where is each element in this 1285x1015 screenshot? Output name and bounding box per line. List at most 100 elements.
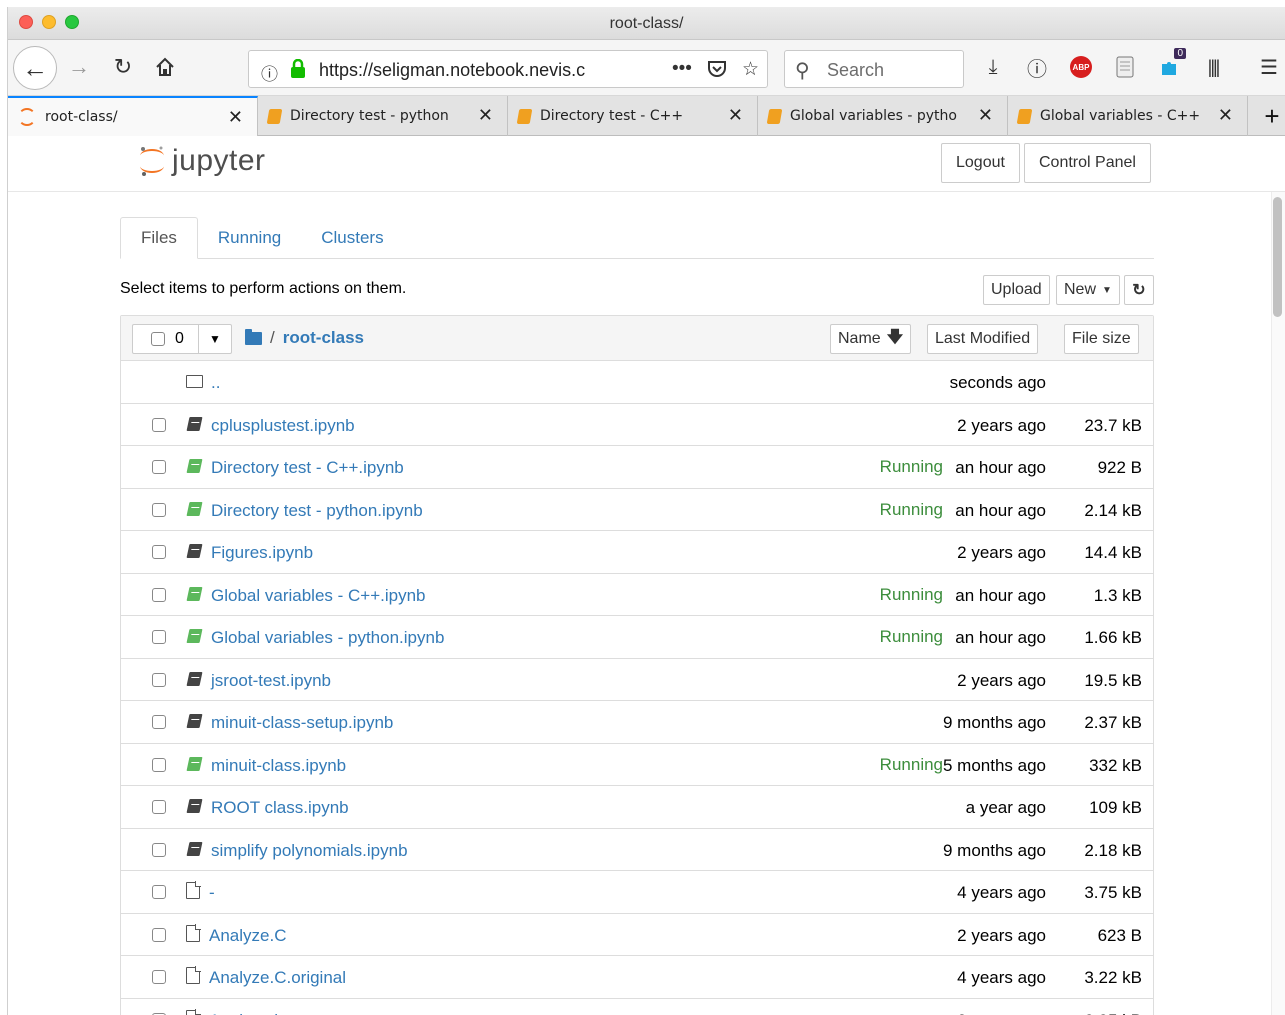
file-name-link[interactable]: Directory test - python.ipynb [211, 501, 423, 521]
file-name-link[interactable]: cplusplustest.ipynb [211, 416, 355, 436]
table-row[interactable]: Directory test - python.ipynb Running an h… [121, 489, 1153, 531]
url-actions: ••• ☆ [672, 58, 759, 81]
home-button[interactable] [150, 52, 180, 82]
row-checkbox[interactable] [152, 672, 166, 687]
file-name-link[interactable]: Figures.ipynb [211, 543, 313, 563]
row-checkbox[interactable] [152, 545, 166, 559]
browser-tab-global-variables-cpp[interactable]: Global variables - C++ ✕ [1008, 96, 1248, 136]
table-row[interactable]: minuit-class-setup.ipynb 9 months ago 2.37… [121, 701, 1153, 744]
lock-icon[interactable] [289, 59, 307, 79]
bookmark-star-icon[interactable]: ☆ [742, 58, 759, 81]
row-checkbox[interactable] [152, 970, 166, 984]
browser-tab-directory-test-cpp[interactable]: Directory test - C++ ✕ [508, 96, 758, 136]
sort-by-modified-button[interactable]: Last Modified [927, 324, 1039, 354]
file-name-link[interactable]: Analyze.C.original [209, 968, 346, 988]
search-input[interactable]: Search [827, 60, 884, 81]
file-name-link[interactable]: Directory test - C++.ipynb [211, 458, 404, 478]
browser-tab-global-variables-python[interactable]: Global variables - pytho ✕ [758, 96, 1008, 136]
reader-button[interactable] [1110, 52, 1140, 82]
file-name-link[interactable]: jsroot-test.ipynb [211, 671, 331, 691]
file-name-link[interactable]: - [209, 883, 215, 903]
row-checkbox[interactable] [152, 587, 166, 602]
file-name-link[interactable]: Analyze.C [209, 926, 286, 946]
browser-tab-root-class[interactable]: root-class/ ✕ [8, 96, 258, 136]
row-checkbox[interactable] [152, 757, 166, 772]
logout-button[interactable]: Logout [941, 143, 1020, 183]
tab-files[interactable]: Files [120, 217, 198, 259]
back-button[interactable]: ← [13, 46, 57, 90]
row-checkbox[interactable] [152, 800, 166, 814]
upload-button[interactable]: Upload [983, 275, 1050, 305]
table-row[interactable]: Global variables - C++.ipynb Running an ho… [121, 574, 1153, 616]
table-row[interactable]: minuit-class.ipynb Running 5 months ago 332… [121, 744, 1153, 786]
file-name-link[interactable]: minuit-class.ipynb [211, 756, 346, 776]
table-row[interactable]: .. seconds ago [121, 361, 1153, 404]
row-checkbox[interactable] [152, 842, 166, 857]
file-size: 2.85 kB [1084, 1011, 1142, 1015]
info-icon[interactable]: ⓘ [261, 60, 278, 85]
select-all-checkbox[interactable]: 0 [133, 325, 199, 353]
table-row[interactable]: cplusplustest.ipynb 2 years ago 23.7 kB [121, 404, 1153, 446]
folder-icon[interactable] [245, 328, 262, 345]
row-checkbox[interactable] [152, 927, 166, 942]
refresh-button[interactable]: ↻ [1124, 275, 1154, 305]
row-checkbox[interactable] [152, 417, 166, 432]
tab-clusters[interactable]: Clusters [301, 217, 403, 259]
url-text[interactable]: https://seligman.notebook.nevis.c [319, 60, 619, 81]
close-tab-icon[interactable]: ✕ [1218, 105, 1233, 126]
table-row[interactable]: Directory test - C++.ipynb Running an hour… [121, 446, 1153, 489]
file-name-link[interactable]: simplify polynomials.ipynb [211, 841, 408, 861]
table-row[interactable]: Analyze.C 2 years ago 623 B [121, 914, 1153, 956]
table-row[interactable]: jsroot-test.ipynb 2 years ago 19.5 kB [121, 659, 1153, 701]
file-name-link[interactable]: ROOT class.ipynb [211, 798, 349, 818]
table-row[interactable]: - 4 years ago 3.75 kB [121, 871, 1153, 914]
table-row[interactable]: Global variables - python.ipynb Running an… [121, 616, 1153, 659]
row-checkbox[interactable] [152, 460, 166, 474]
table-row[interactable]: Analyze.C.original 4 years ago 3.22 kB [121, 956, 1153, 999]
close-tab-icon[interactable]: ✕ [228, 107, 243, 128]
control-panel-button[interactable]: Control Panel [1024, 143, 1151, 183]
select-dropdown-button[interactable]: ▼ [199, 325, 231, 353]
search-bar[interactable]: ⚲ Search [784, 50, 964, 88]
row-checkbox[interactable] [152, 502, 166, 517]
tab-running[interactable]: Running [198, 217, 301, 259]
url-bar[interactable]: ⓘ https://seligman.notebook.nevis.c ••• … [248, 50, 768, 88]
last-modified: 5 months ago [942, 755, 1046, 775]
row-checkbox[interactable] [152, 630, 166, 644]
close-tab-icon[interactable]: ✕ [978, 105, 993, 126]
table-row[interactable]: simplify polynomials.ipynb 9 months ago 2.… [121, 829, 1153, 871]
new-tab-button[interactable]: + [1259, 96, 1285, 136]
notifications-button[interactable]: 0 [1154, 48, 1186, 82]
file-list: 0 ▼ / root-class Name 🡇 Last Modified Fi… [120, 315, 1154, 1015]
forward-button[interactable]: → [64, 52, 94, 82]
page-actions-icon[interactable]: ••• [672, 58, 692, 81]
jupyter-logo[interactable]: jupyter [138, 144, 266, 178]
adblock-button[interactable]: ABP [1066, 52, 1096, 82]
table-row[interactable]: Analyze.h 2 years ago 2.85 kB [121, 999, 1153, 1015]
sort-by-size-button[interactable]: File size [1064, 324, 1139, 354]
close-tab-icon[interactable]: ✕ [728, 105, 743, 126]
table-row[interactable]: ROOT class.ipynb a year ago 109 kB [121, 786, 1153, 829]
reload-button[interactable]: ↻ [108, 52, 138, 82]
file-name-link[interactable]: Global variables - python.ipynb [211, 628, 444, 648]
scrollbar-thumb[interactable] [1273, 197, 1282, 317]
file-name-link[interactable]: minuit-class-setup.ipynb [211, 713, 393, 733]
breadcrumb-root-class[interactable]: root-class [283, 328, 364, 348]
file-name-link[interactable]: Analyze.h [209, 1011, 284, 1015]
browser-tab-directory-test-python[interactable]: Directory test - python ✕ [258, 96, 508, 136]
row-checkbox[interactable] [152, 885, 166, 899]
jupyter-logo-text: jupyter [172, 144, 266, 177]
menu-button[interactable]: ☰ [1254, 52, 1284, 82]
sort-by-name-button[interactable]: Name 🡇 [830, 324, 912, 354]
downloads-button[interactable]: ⤓ [978, 52, 1008, 82]
file-name-link[interactable]: .. [211, 373, 220, 393]
close-tab-icon[interactable]: ✕ [478, 105, 493, 126]
file-name-link[interactable]: Global variables - C++.ipynb [211, 586, 426, 606]
table-row[interactable]: Figures.ipynb 2 years ago 14.4 kB [121, 531, 1153, 574]
pocket-icon[interactable] [706, 58, 728, 80]
new-dropdown-button[interactable]: New ▼ [1056, 275, 1120, 305]
extension-1-button[interactable]: ⓘ [1022, 52, 1052, 82]
checkbox[interactable] [151, 332, 165, 346]
library-button[interactable]: |||| [1198, 52, 1228, 82]
row-checkbox[interactable] [152, 715, 166, 729]
